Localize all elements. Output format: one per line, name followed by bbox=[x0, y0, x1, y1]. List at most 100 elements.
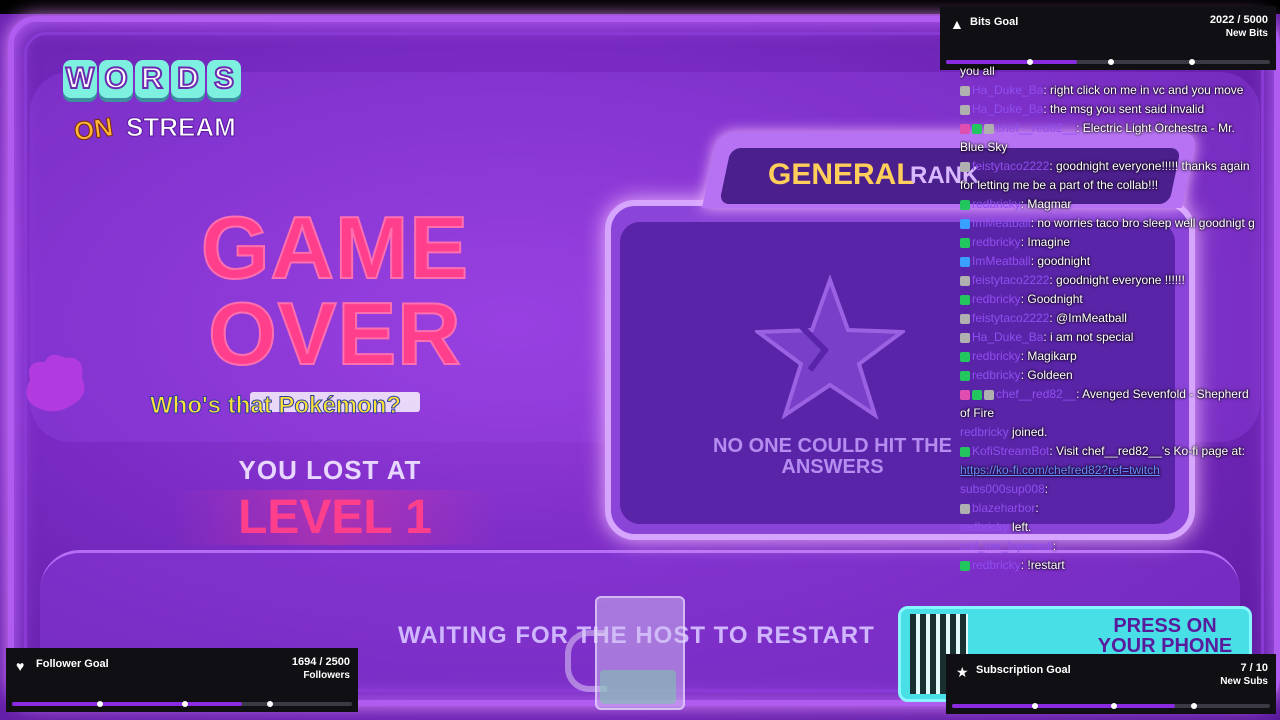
check-badge-icon bbox=[960, 237, 970, 248]
chat-username[interactable]: redbricky bbox=[972, 292, 1021, 306]
chat-username[interactable]: feistytaco2222 bbox=[972, 273, 1049, 287]
words-on-stream-logo: W O R D S ON STREAM bbox=[52, 52, 252, 156]
bits-goal-count: 2022 / 5000 bbox=[1209, 14, 1268, 26]
chat-text: : bbox=[1035, 501, 1039, 515]
logo-stream: STREAM bbox=[126, 112, 237, 143]
chat-text: : Imagine bbox=[1020, 235, 1071, 249]
chat-message: redbricky joined. bbox=[960, 423, 1260, 442]
mod-badge-icon bbox=[960, 123, 970, 134]
follower-goal-fill bbox=[12, 702, 243, 706]
chat-username[interactable]: feistytaco2222 bbox=[972, 159, 1049, 173]
check-badge-icon bbox=[960, 560, 970, 571]
sub-badge-icon bbox=[960, 503, 970, 514]
chat-username[interactable]: redbricky bbox=[972, 235, 1021, 249]
check-badge-icon bbox=[960, 446, 970, 457]
bits-goal-unit: New Bits bbox=[1225, 28, 1268, 39]
logo-letter: O bbox=[99, 60, 133, 98]
logo-letter: S bbox=[207, 60, 241, 98]
chat-username[interactable]: redbricky bbox=[972, 349, 1021, 363]
chat-username[interactable]: chef__red82__ bbox=[996, 121, 1076, 135]
pokemon-prompt: Who's that Pokémon? bbox=[149, 392, 402, 420]
chat-message: redbricky left. bbox=[960, 518, 1260, 537]
goal-marker bbox=[182, 701, 188, 707]
check-badge-icon bbox=[960, 294, 970, 305]
chat-message: redbricky: Magmar bbox=[960, 195, 1260, 214]
chat-message: Ha_Duke_Ba: right click on me in vc and … bbox=[960, 81, 1260, 100]
goal-marker bbox=[267, 701, 273, 707]
broken-star-icon bbox=[755, 275, 905, 420]
chat-message: chef__red82__: Avenged Sevenfold - Sheph… bbox=[960, 385, 1260, 423]
check-badge-icon bbox=[972, 389, 982, 400]
chat-text: : Magmar bbox=[1020, 197, 1072, 211]
chat-link[interactable]: https://ko-fi.com/chefred82?ref=twitch bbox=[960, 463, 1160, 477]
chat-message: feistytaco2222: @ImMeatball bbox=[960, 309, 1260, 328]
chat-message: feistytaco2222: goodnight everyone !!!!!… bbox=[960, 271, 1260, 290]
chat-message: Ha_Duke_Ba: the msg you sent said invali… bbox=[960, 100, 1260, 119]
chat-username[interactable]: redbricky bbox=[960, 425, 1009, 439]
chat-username[interactable]: feistytaco2222 bbox=[972, 311, 1049, 325]
chat-text: : Visit chef__red82__'s Ko-fi page at: bbox=[1049, 444, 1245, 458]
follower-goal-track bbox=[12, 701, 352, 707]
chat-message: KofiStreamBot: Visit chef__red82__'s Ko-… bbox=[960, 442, 1260, 480]
subscription-goal-unit: New Subs bbox=[1220, 676, 1268, 687]
check-badge-icon bbox=[972, 123, 982, 134]
subscription-goal-count: 7 / 10 bbox=[1240, 662, 1268, 674]
chat-message: call_me_lojomadl: bbox=[960, 537, 1260, 556]
chat-username[interactable]: blazeharbor bbox=[972, 501, 1035, 515]
subscription-goal-track bbox=[952, 703, 1270, 709]
chat-username[interactable]: redbricky bbox=[960, 520, 1009, 534]
no-one-hit-message: NO ONE COULD HIT THE ANSWERS bbox=[713, 435, 952, 478]
sub-badge-icon bbox=[960, 275, 970, 286]
chat-text: : Goodnight bbox=[1020, 292, 1083, 306]
chat-username[interactable]: redbricky bbox=[972, 558, 1021, 572]
star-icon: ★ bbox=[956, 664, 969, 680]
game-over-title: GAME OVER bbox=[200, 198, 469, 383]
goal-marker bbox=[1111, 703, 1117, 709]
logo-letter: R bbox=[135, 60, 169, 98]
chat-username[interactable]: ImMeatball bbox=[972, 216, 1031, 230]
mod-badge-icon bbox=[960, 389, 970, 400]
chat-text: : Goldeen bbox=[1020, 368, 1073, 382]
chat-username[interactable]: redbricky bbox=[972, 368, 1021, 382]
chat-username[interactable]: redbricky bbox=[972, 197, 1021, 211]
sub-badge-icon bbox=[984, 389, 994, 400]
subscription-goal-title: Subscription Goal bbox=[976, 664, 1071, 676]
chat-text: : the msg you sent said invalid bbox=[1043, 102, 1205, 116]
logo-letter: W bbox=[63, 60, 97, 98]
chat-message: chef__red82__: Electric Light Orchestra … bbox=[960, 119, 1260, 157]
sub-badge-icon bbox=[984, 123, 994, 134]
chat-username[interactable]: Ha_Duke_Ba bbox=[972, 102, 1043, 116]
chat-username[interactable]: chef__red82__ bbox=[996, 387, 1076, 401]
chat-text: : no worries taco bro sleep well goodnig… bbox=[1030, 216, 1255, 230]
chat-text: left. bbox=[1008, 520, 1032, 534]
chat-message: redbricky: !restart bbox=[960, 556, 1260, 575]
chat-overlay: you all Ha_Duke_Ba: right click on me in … bbox=[960, 62, 1260, 652]
chat-username[interactable]: KofiStreamBot bbox=[972, 444, 1049, 458]
chat-text: : right click on me in vc and you move bbox=[1043, 83, 1244, 97]
chat-message: subs000sup008: bbox=[960, 480, 1260, 499]
chat-username[interactable]: Ha_Duke_Ba bbox=[972, 83, 1043, 97]
chat-text: : goodnight everyone !!!!!! bbox=[1049, 273, 1185, 287]
subscription-goal-widget: ★ Subscription Goal 7 / 10 New Subs bbox=[946, 654, 1276, 714]
chat-message: redbricky: Magikarp bbox=[960, 347, 1260, 366]
chat-username[interactable]: subs000sup008 bbox=[960, 482, 1045, 496]
chat-username[interactable]: Ha_Duke_Ba bbox=[972, 330, 1043, 344]
follower-heart-icon: ♥ bbox=[16, 658, 25, 674]
mug-contents bbox=[600, 670, 676, 704]
chat-message: redbricky: Goldeen bbox=[960, 366, 1260, 385]
follower-goal-widget: ♥ Follower Goal 1694 / 2500 Followers bbox=[6, 648, 358, 712]
goal-marker bbox=[1031, 703, 1038, 709]
bits-goal-title: Bits Goal bbox=[970, 16, 1019, 28]
chat-message: ImMeatball: no worries taco bro sleep we… bbox=[960, 214, 1260, 233]
chat-text: : @ImMeatball bbox=[1049, 311, 1127, 325]
sub-badge-icon bbox=[960, 161, 970, 172]
sub-badge-icon bbox=[960, 332, 970, 343]
goal-marker bbox=[97, 701, 103, 707]
you-lost-at-label: YOU LOST AT bbox=[238, 455, 422, 485]
follower-goal-title: Follower Goal bbox=[36, 658, 109, 670]
chat-text: you all bbox=[960, 64, 995, 78]
chat-username[interactable]: ImMeatball bbox=[972, 254, 1031, 268]
crown-badge-icon bbox=[960, 256, 970, 267]
chat-username[interactable]: call_me_lojomadl bbox=[960, 539, 1053, 553]
subscription-goal-fill bbox=[952, 704, 1175, 708]
